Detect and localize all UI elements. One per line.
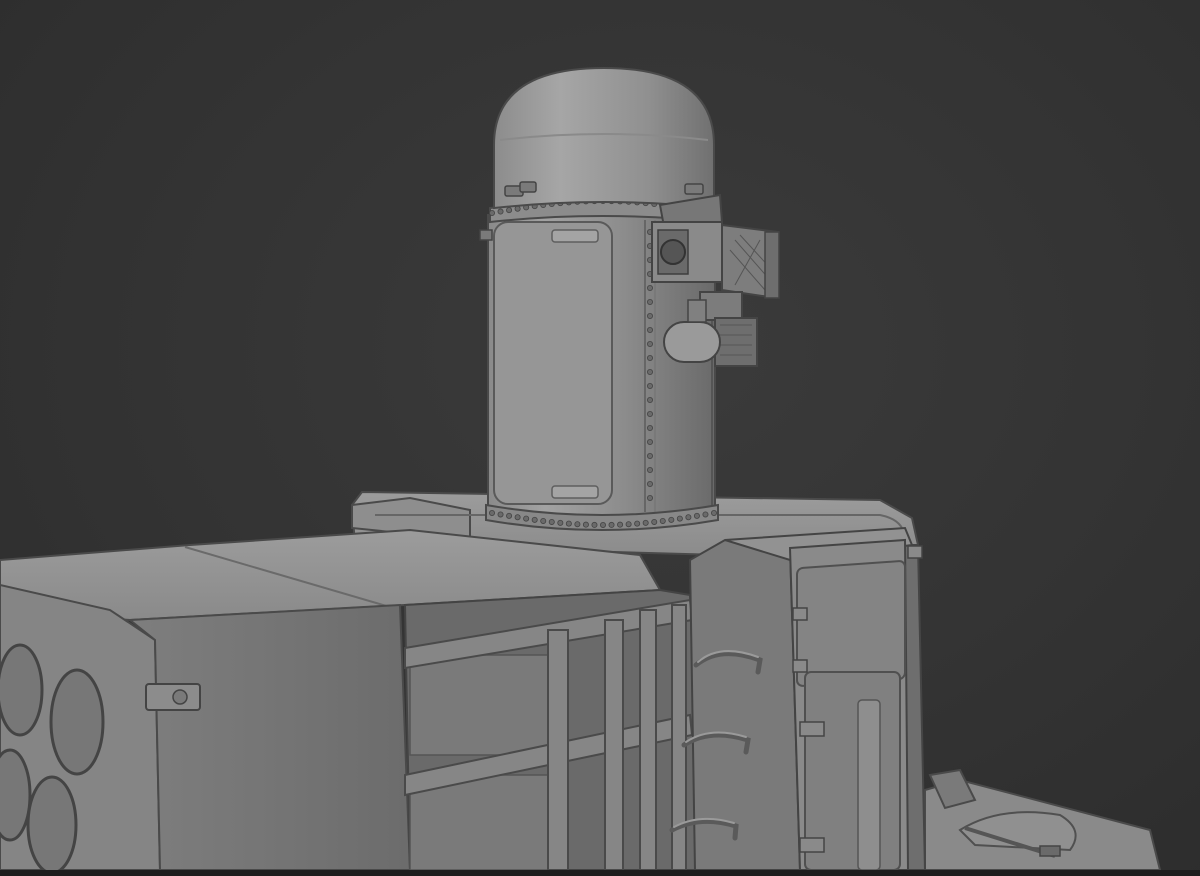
rivet (647, 438, 654, 445)
sensor-pod (651, 193, 780, 367)
rear-deck (924, 768, 1162, 870)
rivet (647, 298, 654, 305)
rivet (557, 519, 564, 526)
rivet (659, 517, 666, 524)
rivet (647, 410, 654, 417)
rivet (514, 514, 521, 521)
rivet (565, 520, 572, 527)
rivet (600, 522, 607, 529)
rivet (647, 494, 654, 501)
rivet (497, 208, 504, 215)
rivet (651, 518, 658, 525)
rivet (647, 452, 654, 459)
rivet (523, 515, 530, 522)
rivet (647, 368, 654, 375)
rivet (647, 284, 654, 291)
rivet (540, 517, 547, 524)
rivet (506, 512, 513, 519)
rivet (488, 509, 495, 516)
rivet (642, 519, 649, 526)
rivet (634, 520, 641, 527)
rivet (548, 518, 555, 525)
model-render (0, 66, 1162, 870)
side-hatch (788, 538, 923, 870)
rivet (647, 340, 654, 347)
rivet (506, 207, 513, 214)
rivet (625, 521, 632, 528)
rivet (647, 382, 654, 389)
rivet (591, 521, 598, 528)
rivet (668, 516, 675, 523)
rivet (617, 521, 624, 528)
rivet (497, 511, 504, 518)
rivet (647, 480, 654, 487)
rivet (676, 515, 683, 522)
3d-viewport[interactable] (0, 0, 1200, 870)
rivet (685, 514, 692, 521)
rivet (647, 354, 654, 361)
rivet (608, 521, 615, 528)
viewport-bottom-edge (0, 870, 1200, 876)
rivet (647, 466, 654, 473)
rivet (647, 396, 654, 403)
rivet (702, 511, 709, 518)
rivet (574, 521, 581, 528)
rivet (488, 209, 495, 216)
rivet (711, 509, 718, 516)
rivet (647, 424, 654, 431)
rivet (531, 516, 538, 523)
rivet (647, 326, 654, 333)
rivet (514, 205, 521, 212)
grille-frame (403, 588, 702, 870)
rivet (582, 521, 589, 528)
rivet (693, 512, 700, 519)
rivet (647, 312, 654, 319)
